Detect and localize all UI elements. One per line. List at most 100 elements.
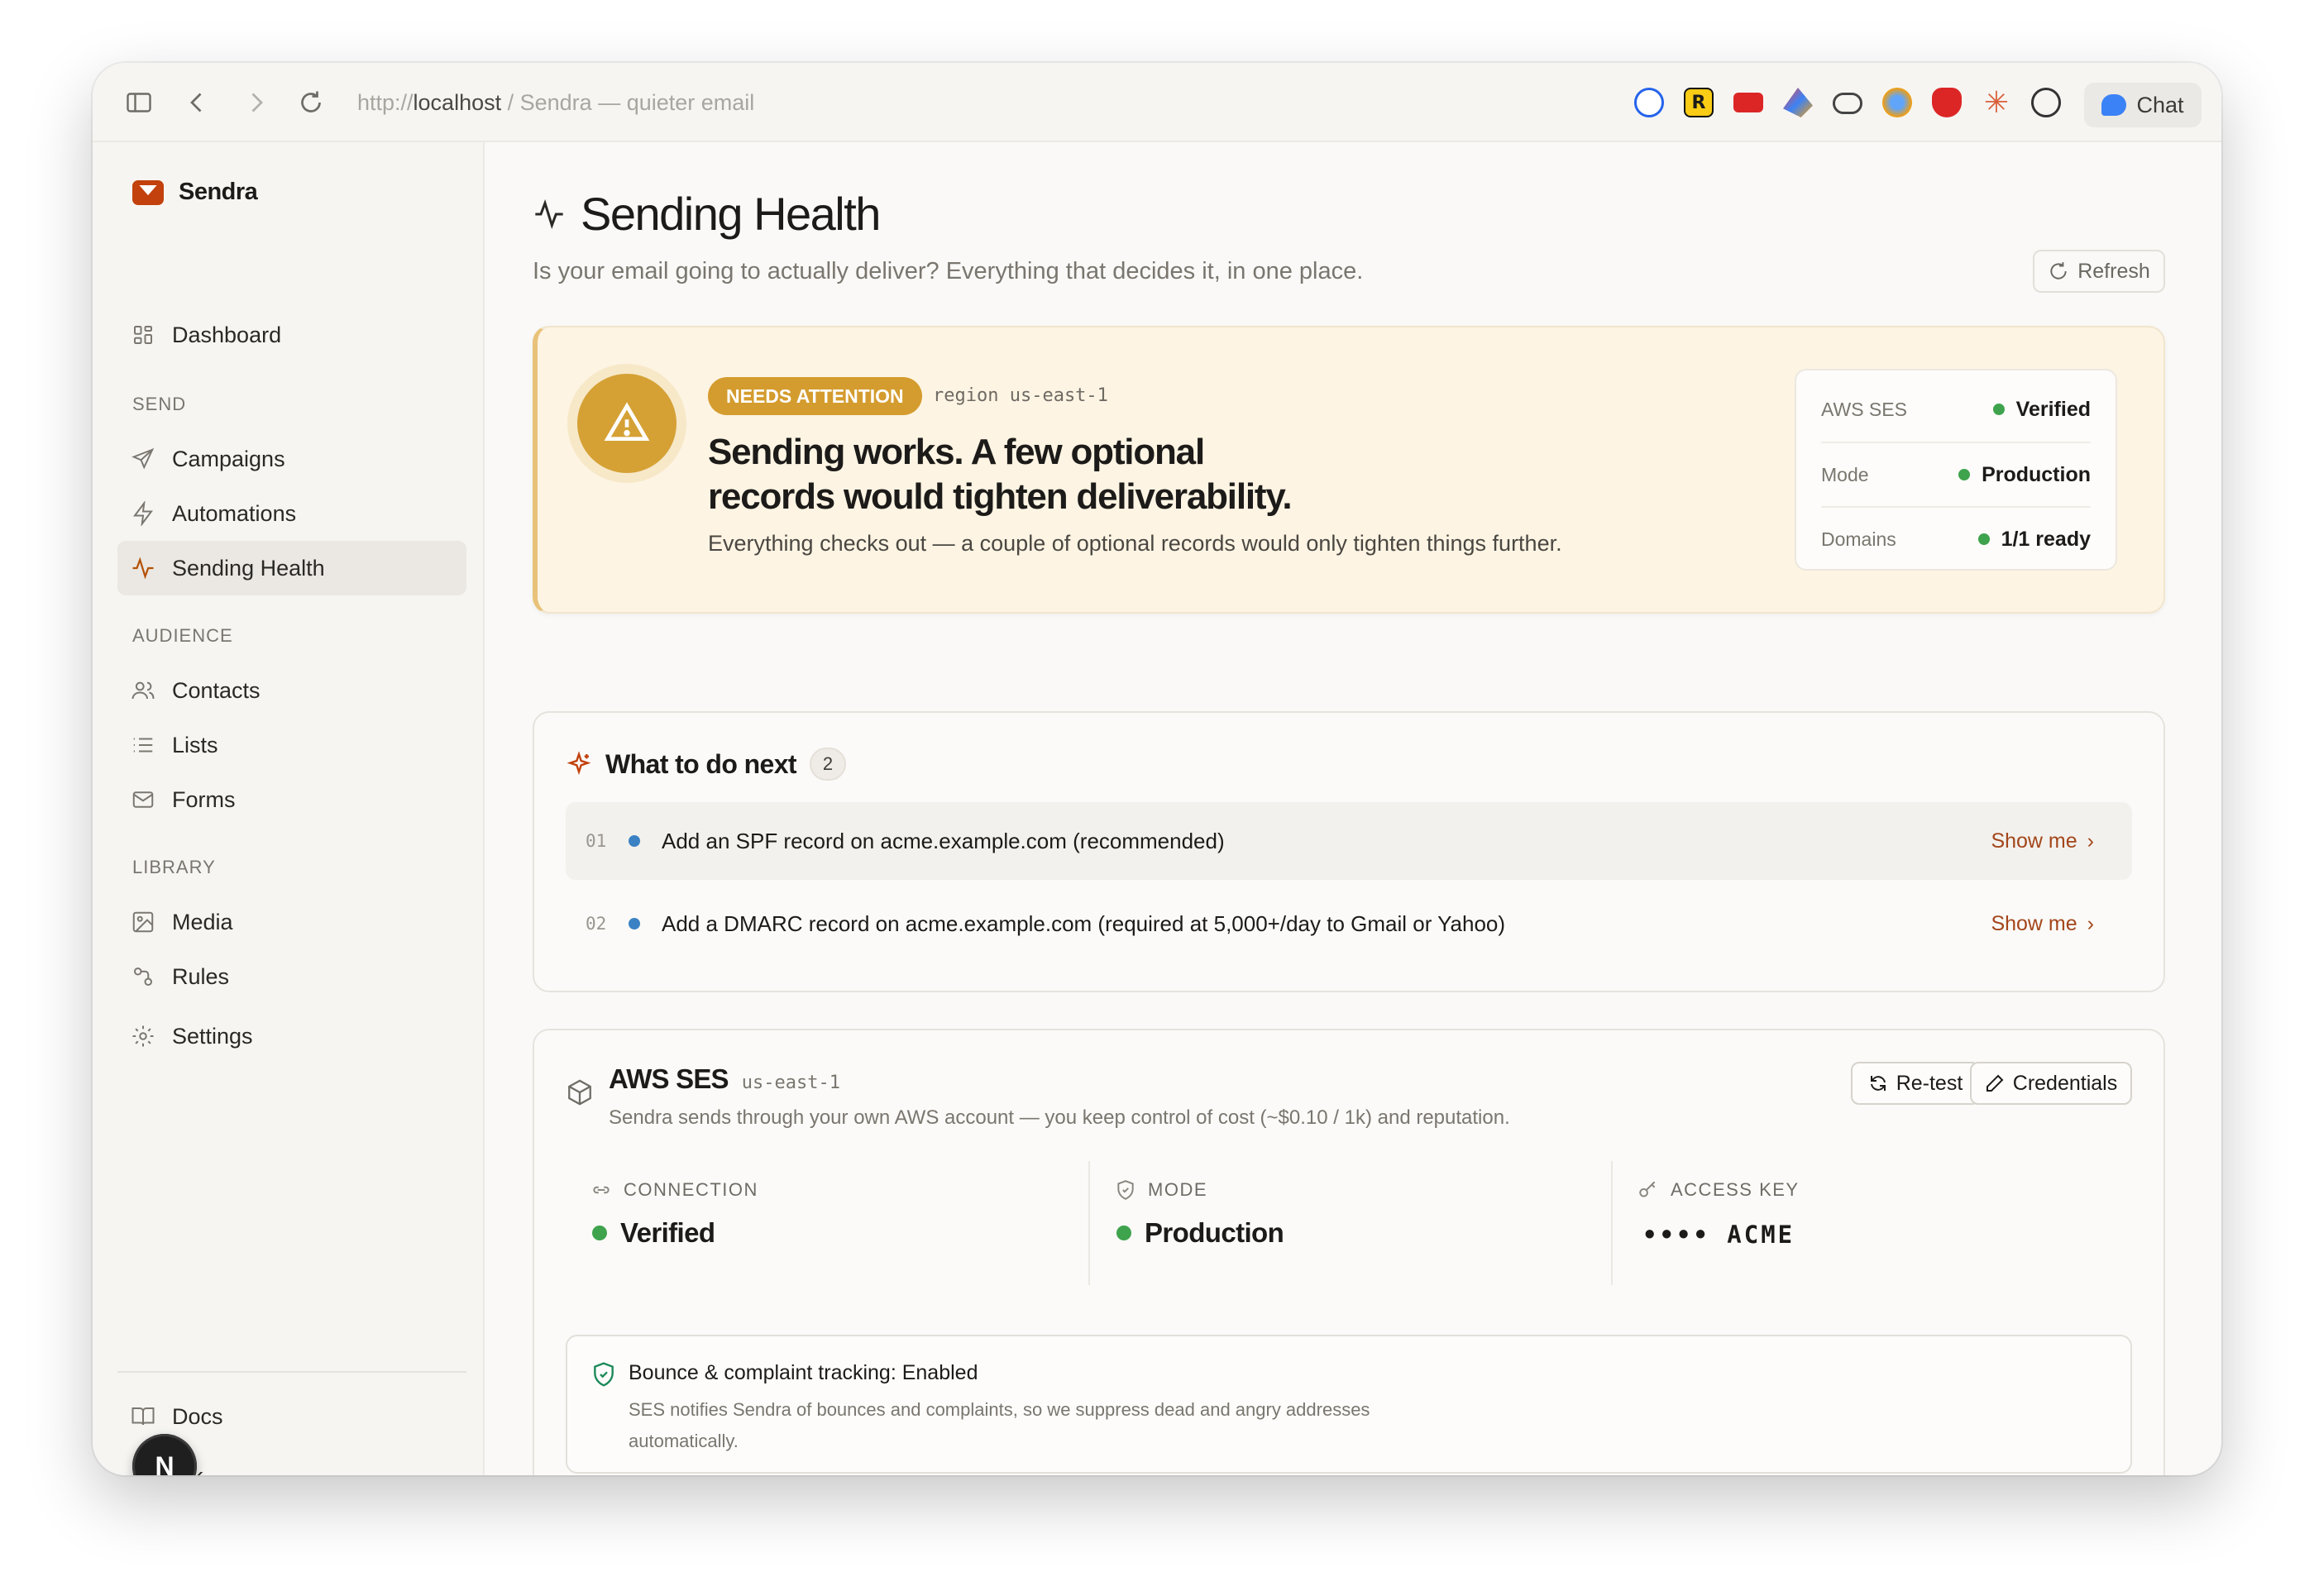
- brand-name: Sendra: [179, 179, 258, 205]
- claude-extension-icon[interactable]: ✳: [1982, 88, 2011, 117]
- chat-button[interactable]: Chat: [2084, 83, 2202, 127]
- retest-button[interactable]: Re-test: [1851, 1062, 1980, 1105]
- pencil-icon: [1986, 1074, 2004, 1092]
- emoji-extension-icon[interactable]: [2031, 88, 2061, 117]
- status-row-domains: Domains 1/1 ready: [1821, 506, 2091, 571]
- image-icon: [132, 911, 154, 933]
- credentials-label: Credentials: [2012, 1071, 2118, 1095]
- activity-icon: [132, 557, 154, 580]
- task-row[interactable]: 02 Add a DMARC record on acme.example.co…: [566, 885, 2132, 963]
- sidebar-item-media[interactable]: Media: [117, 895, 466, 949]
- sidebar-item-lists[interactable]: Lists: [117, 718, 466, 772]
- forward-icon[interactable]: [241, 88, 271, 117]
- task-number: 02: [586, 914, 607, 934]
- alert-title: Sending works. A few optional records wo…: [708, 432, 1293, 517]
- sidebar-item-automations[interactable]: Automations: [117, 486, 466, 541]
- task-dot: [629, 918, 640, 929]
- task-text: Add an SPF record on acme.example.com (r…: [662, 828, 1225, 853]
- ses-header: AWS SES us-east-1: [609, 1063, 840, 1095]
- refresh-label: Refresh: [2077, 259, 2150, 283]
- metric-label: CONNECTION: [590, 1179, 758, 1201]
- youtube-icon[interactable]: [1733, 93, 1763, 112]
- sidebar: Sendra Dashboard SEND Campaigns Automati…: [93, 142, 485, 1475]
- task-number: 01: [586, 831, 607, 851]
- show-me-link[interactable]: Show me ›: [1991, 829, 2094, 853]
- sidebar-item-label: Media: [172, 909, 233, 934]
- refresh-button[interactable]: Refresh: [2033, 250, 2165, 293]
- status-key: AWS SES: [1821, 398, 1907, 420]
- globe-extension-icon[interactable]: [1882, 88, 1912, 117]
- sidebar-item-label: Settings: [172, 1023, 253, 1049]
- arc-extension-icon[interactable]: [1783, 88, 1813, 117]
- tracking-notice: Bounce & complaint tracking: Enabled SES…: [566, 1335, 2132, 1474]
- task-dot: [629, 835, 640, 847]
- reload-icon[interactable]: [296, 88, 326, 117]
- back-icon[interactable]: [182, 88, 212, 117]
- section-send: SEND: [132, 394, 187, 414]
- metric-label-text: CONNECTION: [624, 1179, 758, 1200]
- aws-ses-card: AWS SES us-east-1 Sendra sends through y…: [533, 1029, 2165, 1475]
- cloud-icon[interactable]: [1833, 93, 1862, 114]
- metric-label: ACCESS KEY: [1637, 1179, 1800, 1201]
- grid-icon: [134, 326, 152, 344]
- link-icon: [593, 1186, 610, 1194]
- sidebar-item-label: Docs: [172, 1403, 223, 1429]
- key-icon: [1639, 1181, 1656, 1197]
- alert-description: Everything checks out — a couple of opti…: [708, 531, 1562, 556]
- metric-access-key: ACCESS KEY •••• ACME: [1611, 1161, 2134, 1285]
- sidebar-item-rules[interactable]: Rules: [117, 949, 466, 1004]
- sidebar-item-sending-health[interactable]: Sending Health: [117, 541, 466, 595]
- task-text: Add a DMARC record on acme.example.com (…: [662, 910, 1506, 936]
- url-host: localhost: [413, 90, 502, 115]
- refresh-icon: [2050, 262, 2067, 280]
- status-dot: [1116, 1226, 1131, 1240]
- sidebar-divider: [117, 1371, 466, 1373]
- next-steps-header: What to do next 2: [566, 748, 846, 781]
- sidebar-item-label: Sending Health: [172, 555, 325, 581]
- show-me-label: Show me: [1991, 911, 2077, 935]
- sidebar-toggle-icon[interactable]: [124, 88, 154, 117]
- chat-label: Chat: [2136, 92, 2184, 117]
- status-badge: NEEDS ATTENTION: [708, 377, 922, 415]
- brand[interactable]: Sendra: [132, 179, 258, 206]
- access-key-value: •••• ACME: [1642, 1221, 1795, 1249]
- sidebar-item-forms[interactable]: Forms: [117, 772, 466, 827]
- package-icon: [568, 1079, 591, 1106]
- status-key: Domains: [1821, 528, 1896, 550]
- sidebar-item-campaigns[interactable]: Campaigns: [117, 432, 466, 486]
- metric-label-text: ACCESS KEY: [1671, 1179, 1800, 1200]
- credentials-button[interactable]: Credentials: [1970, 1062, 2132, 1105]
- status-dot: [1992, 404, 2005, 415]
- task-row[interactable]: 01 Add an SPF record on acme.example.com…: [566, 802, 2132, 880]
- activity-icon: [535, 198, 563, 229]
- status-key: Mode: [1821, 463, 1869, 485]
- mail-form-icon: [132, 791, 154, 808]
- sidebar-item-settings[interactable]: Settings: [117, 1009, 466, 1063]
- warning-triangle-icon: [604, 402, 650, 441]
- ses-description: Sendra sends through your own AWS accoun…: [609, 1106, 1510, 1129]
- ublock-icon[interactable]: [1932, 88, 1962, 117]
- chevron-right-icon: ›: [2087, 911, 2094, 935]
- sidebar-item-dashboard[interactable]: Dashboard: [117, 308, 466, 362]
- metric-value: Verified: [592, 1217, 715, 1249]
- status-dot: [1977, 533, 1990, 545]
- sidebar-item-label: Lists: [172, 732, 218, 757]
- metric-label: MODE: [1115, 1179, 1207, 1201]
- warning-badge: [577, 374, 677, 473]
- readwise-icon[interactable]: R: [1684, 88, 1714, 117]
- health-summary-card: NEEDS ATTENTION region us-east-1 Sending…: [533, 326, 2165, 614]
- metric-mode: MODE Production: [1088, 1161, 1611, 1285]
- sidebar-item-contacts[interactable]: Contacts: [117, 663, 466, 718]
- metric-value: Production: [1116, 1217, 1284, 1249]
- metric-value-text: Verified: [620, 1217, 715, 1248]
- status-value-text: Production: [1982, 462, 2091, 486]
- chevron-right-icon: ›: [2087, 829, 2094, 853]
- status-value: Verified: [1992, 398, 2091, 422]
- sidebar-item-label: Dashboard: [172, 322, 282, 347]
- show-me-link[interactable]: Show me ›: [1991, 912, 2094, 936]
- sidebar-item-label: Automations: [172, 500, 297, 526]
- password-manager-icon[interactable]: [1634, 88, 1664, 117]
- address-bar[interactable]: http://localhost / Sendra — quieter emai…: [357, 86, 754, 119]
- show-me-label: Show me: [1991, 829, 2077, 853]
- browser-toolbar: http://localhost / Sendra — quieter emai…: [93, 63, 2221, 142]
